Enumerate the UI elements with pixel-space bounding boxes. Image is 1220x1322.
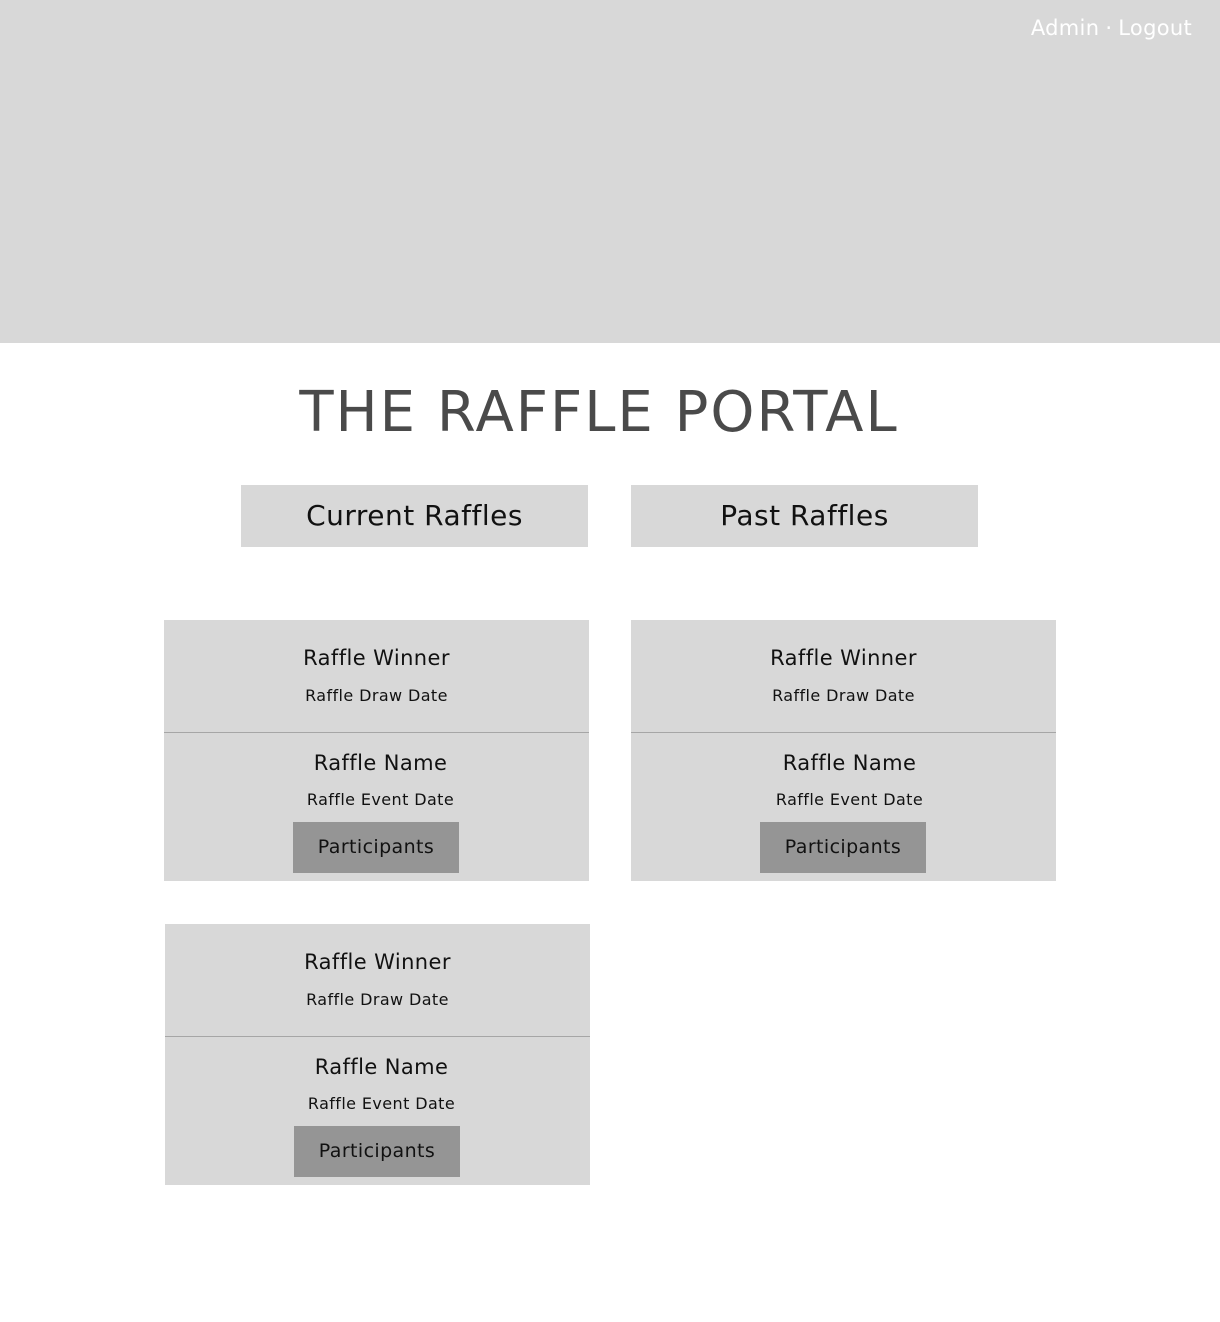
raffle-name: Raffle Name: [313, 751, 448, 775]
hero-banner: Admin · Logout: [0, 0, 1220, 343]
current-raffles-button[interactable]: Current Raffles: [241, 485, 588, 547]
participants-button[interactable]: Participants: [760, 822, 926, 873]
raffle-card: Raffle Winner Raffle Draw Date Raffle Na…: [165, 924, 590, 1185]
raffle-card: Raffle Winner Raffle Draw Date Raffle Na…: [164, 620, 589, 881]
raffle-winner: Raffle Winner: [304, 950, 451, 974]
raffle-card-header: Raffle Winner Raffle Draw Date: [631, 620, 1056, 733]
raffle-draw-date: Raffle Draw Date: [772, 686, 915, 705]
nav-separator: ·: [1105, 16, 1113, 40]
raffle-name: Raffle Name: [314, 1055, 449, 1079]
raffle-draw-date: Raffle Draw Date: [306, 990, 449, 1009]
page: Admin · Logout THE RAFFLE PORTAL Current R…: [0, 0, 1220, 1322]
raffle-winner: Raffle Winner: [303, 646, 450, 670]
raffle-event-date: Raffle Event Date: [307, 1094, 456, 1113]
logout-link[interactable]: Logout: [1118, 16, 1192, 40]
raffle-name: Raffle Name: [782, 751, 917, 775]
admin-link[interactable]: Admin: [1031, 16, 1099, 40]
raffle-winner: Raffle Winner: [770, 646, 917, 670]
past-raffles-button[interactable]: Past Raffles: [631, 485, 978, 547]
raffle-event-date: Raffle Event Date: [306, 790, 455, 809]
page-title: THE RAFFLE PORTAL: [299, 380, 899, 445]
raffle-card-header: Raffle Winner Raffle Draw Date: [165, 924, 590, 1037]
participants-button[interactable]: Participants: [294, 1126, 460, 1177]
raffle-card-header: Raffle Winner Raffle Draw Date: [164, 620, 589, 733]
top-nav: Admin · Logout: [1031, 16, 1192, 40]
raffle-draw-date: Raffle Draw Date: [305, 686, 448, 705]
raffle-event-date: Raffle Event Date: [775, 790, 924, 809]
participants-button[interactable]: Participants: [293, 822, 459, 873]
raffle-card: Raffle Winner Raffle Draw Date Raffle Na…: [631, 620, 1056, 881]
